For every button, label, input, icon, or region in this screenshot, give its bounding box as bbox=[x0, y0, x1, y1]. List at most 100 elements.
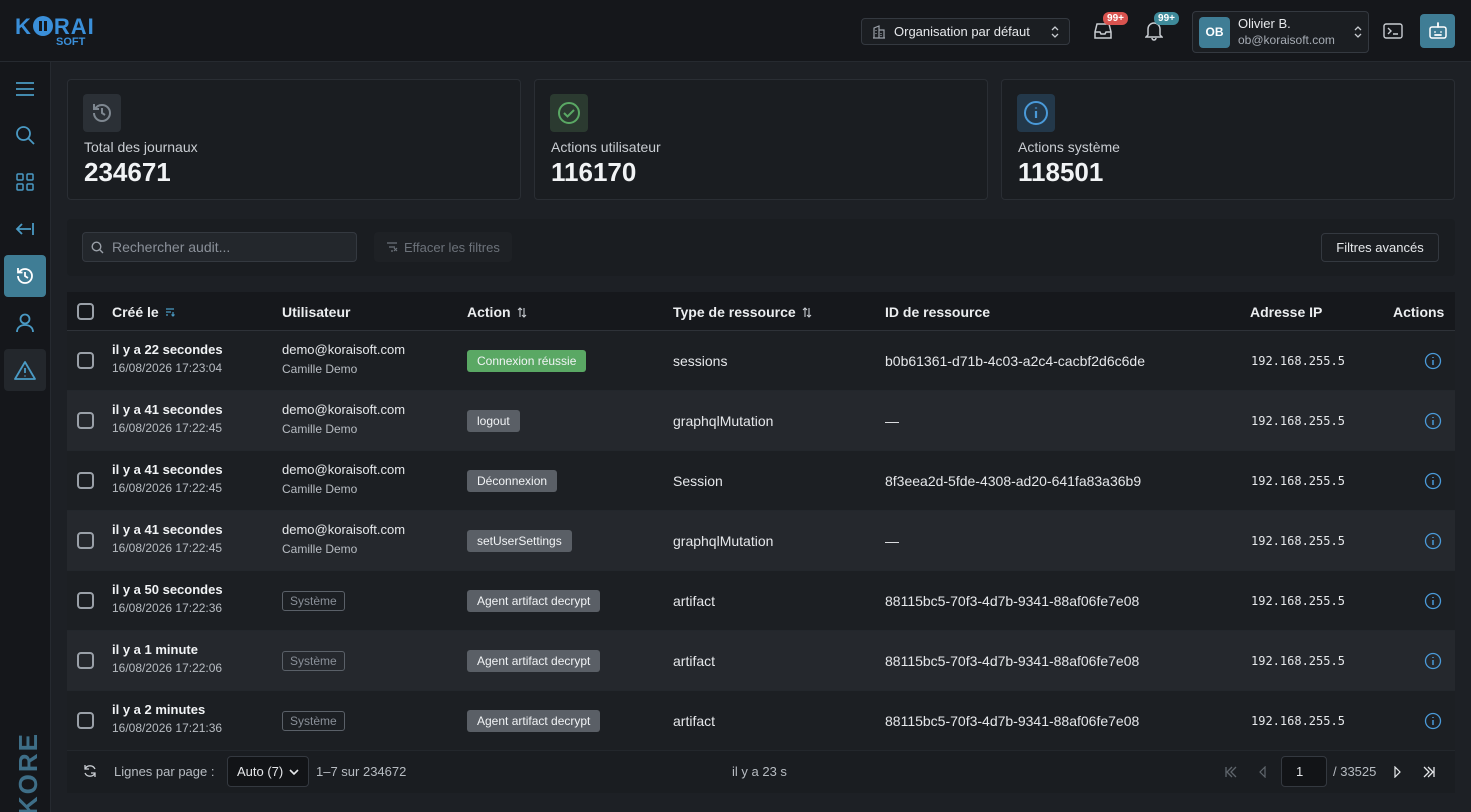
stat-value: 116170 bbox=[551, 157, 637, 187]
table-row[interactable]: il y a 2 minutes 16/08/2026 17:21:36 Syst… bbox=[67, 691, 1455, 751]
sidebar-item-alerts[interactable] bbox=[4, 349, 46, 391]
timestamp: 16/08/2026 17:22:45 bbox=[112, 541, 223, 555]
resource-id: — bbox=[885, 413, 899, 429]
row-checkbox[interactable] bbox=[77, 412, 94, 429]
next-page-button[interactable] bbox=[1388, 762, 1408, 782]
first-page-button[interactable] bbox=[1221, 762, 1241, 782]
user-menu[interactable]: OB Olivier B. ob@koraisoft.com bbox=[1192, 11, 1369, 53]
row-checkbox[interactable] bbox=[77, 712, 94, 729]
search-input[interactable] bbox=[112, 239, 342, 255]
search-icon bbox=[91, 240, 104, 253]
resource-id: 88115bc5-70f3-4d7b-9341-88af06fe7e08 bbox=[885, 713, 1140, 729]
table-row[interactable]: il y a 41 secondes 16/08/2026 17:22:45 de… bbox=[67, 391, 1455, 451]
user-display-name: Camille Demo bbox=[282, 482, 358, 496]
table-row[interactable]: il y a 41 secondes 16/08/2026 17:22:45 de… bbox=[67, 511, 1455, 571]
resource-type: graphqlMutation bbox=[673, 413, 774, 429]
chevron-down-icon bbox=[289, 768, 299, 775]
ip-address: 192.168.255.5 bbox=[1251, 414, 1345, 428]
info-icon bbox=[1424, 412, 1442, 430]
notifications-button[interactable]: 99+ bbox=[1141, 12, 1179, 44]
sidebar-item-audit[interactable] bbox=[4, 255, 46, 297]
column-user: Utilisateur bbox=[282, 304, 351, 320]
sidebar-item-search[interactable] bbox=[4, 114, 46, 156]
resource-id: — bbox=[885, 533, 899, 549]
row-checkbox[interactable] bbox=[77, 472, 94, 489]
sort-desc-icon bbox=[165, 308, 175, 317]
user-display-name: Camille Demo bbox=[282, 422, 358, 436]
timestamp: 16/08/2026 17:21:36 bbox=[112, 721, 223, 735]
sidebar-item-dashboard[interactable] bbox=[4, 161, 46, 203]
inbox-badge: 99+ bbox=[1103, 12, 1128, 25]
check-circle-icon bbox=[550, 94, 588, 132]
menu-toggle-button[interactable] bbox=[4, 68, 46, 110]
details-button[interactable] bbox=[1424, 352, 1442, 373]
advanced-filters-button[interactable]: Filtres avancés bbox=[1321, 233, 1439, 262]
sidebar: KORE bbox=[0, 62, 51, 812]
history-icon bbox=[83, 94, 121, 132]
select-all-checkbox[interactable] bbox=[77, 303, 94, 320]
column-resource-type[interactable]: Type de ressource bbox=[673, 304, 812, 320]
stat-card-total: Total des journaux 234671 bbox=[67, 79, 521, 200]
user-display-name: Camille Demo bbox=[282, 542, 358, 556]
ip-address: 192.168.255.5 bbox=[1251, 534, 1345, 548]
resource-id: b0b61361-d71b-4c03-a2c4-cacbf2d6c6de bbox=[885, 353, 1145, 369]
relative-time: il y a 1 minute bbox=[112, 642, 198, 657]
page-number-input[interactable]: 1 bbox=[1281, 756, 1327, 787]
clear-filters-label: Effacer les filtres bbox=[404, 239, 500, 255]
details-button[interactable] bbox=[1424, 532, 1442, 553]
details-button[interactable] bbox=[1424, 412, 1442, 433]
search-icon bbox=[16, 126, 35, 145]
user-email: demo@koraisoft.com bbox=[282, 522, 406, 537]
terminal-button[interactable] bbox=[1380, 18, 1406, 44]
previous-page-button[interactable] bbox=[1252, 762, 1272, 782]
assistant-button[interactable] bbox=[1420, 14, 1455, 48]
user-email: demo@koraisoft.com bbox=[282, 402, 406, 417]
arrow-left-bar-icon bbox=[15, 223, 34, 235]
row-checkbox[interactable] bbox=[77, 352, 94, 369]
action-badge: logout bbox=[467, 410, 520, 432]
system-badge: Système bbox=[282, 651, 345, 671]
table-footer: Lignes par page : Auto (7) 1–7 sur 23467… bbox=[67, 751, 1455, 793]
row-checkbox[interactable] bbox=[77, 532, 94, 549]
timestamp: 16/08/2026 17:22:45 bbox=[112, 481, 223, 495]
column-actions: Actions bbox=[1393, 304, 1445, 320]
user-display-name: Camille Demo bbox=[282, 362, 358, 376]
table-row[interactable]: il y a 1 minute 16/08/2026 17:22:06 Systè… bbox=[67, 631, 1455, 691]
avatar: OB bbox=[1199, 16, 1230, 48]
table-row[interactable]: il y a 41 secondes 16/08/2026 17:22:45 de… bbox=[67, 451, 1455, 511]
sidebar-item-users[interactable] bbox=[4, 302, 46, 344]
warning-icon bbox=[14, 361, 36, 380]
info-icon bbox=[1424, 532, 1442, 550]
first-page-icon bbox=[1225, 766, 1237, 778]
action-badge: setUserSettings bbox=[467, 530, 572, 552]
details-button[interactable] bbox=[1424, 652, 1442, 673]
table-header: Créé le Utilisateur Action Type de resso… bbox=[67, 292, 1455, 331]
stat-title: Actions utilisateur bbox=[551, 139, 661, 155]
brand-subtitle: SOFT bbox=[56, 36, 86, 48]
ip-address: 192.168.255.5 bbox=[1251, 714, 1345, 728]
info-icon bbox=[1424, 352, 1442, 370]
clear-filters-button[interactable]: Effacer les filtres bbox=[374, 232, 512, 262]
details-button[interactable] bbox=[1424, 712, 1442, 733]
timestamp: 16/08/2026 17:23:04 bbox=[112, 361, 223, 375]
details-button[interactable] bbox=[1424, 592, 1442, 613]
last-page-button[interactable] bbox=[1419, 762, 1439, 782]
column-action[interactable]: Action bbox=[467, 304, 527, 320]
brand-logo[interactable]: K RAI SOFT bbox=[15, 14, 95, 50]
table-row[interactable]: il y a 22 secondes 16/08/2026 17:23:04 de… bbox=[67, 331, 1455, 391]
row-checkbox[interactable] bbox=[77, 592, 94, 609]
column-created[interactable]: Créé le bbox=[112, 304, 175, 320]
resource-type: graphqlMutation bbox=[673, 533, 774, 549]
rows-per-page-select[interactable]: Auto (7) bbox=[227, 756, 309, 787]
details-button[interactable] bbox=[1424, 472, 1442, 493]
user-email: ob@koraisoft.com bbox=[1238, 33, 1335, 47]
row-checkbox[interactable] bbox=[77, 652, 94, 669]
sidebar-item-back[interactable] bbox=[4, 208, 46, 250]
grid-icon bbox=[16, 173, 34, 191]
inbox-button[interactable]: 99+ bbox=[1090, 12, 1128, 44]
search-box bbox=[82, 232, 357, 262]
organisation-select[interactable]: Organisation par défaut bbox=[861, 18, 1070, 45]
resource-type: Session bbox=[673, 473, 723, 489]
refresh-button[interactable] bbox=[83, 764, 97, 781]
table-row[interactable]: il y a 50 secondes 16/08/2026 17:22:36 Sy… bbox=[67, 571, 1455, 631]
